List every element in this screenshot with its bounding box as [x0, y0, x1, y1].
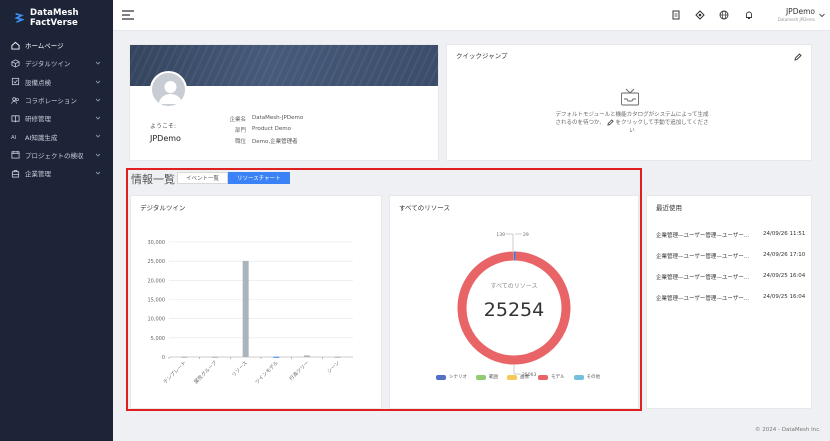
sidebar-item-label: AI知識生成 [25, 133, 58, 142]
quick-jump-title: クイックジャンプ [456, 52, 508, 60]
book-icon [11, 115, 20, 123]
sidebar-item-6[interactable]: プロジェクトの検収 [0, 146, 113, 164]
sidebar-item-label: デジタルツイン [25, 60, 71, 69]
recent-item[interactable]: 企業管理—ユーザー管理—ユーザー... 24/09/26 11:51 [656, 231, 830, 239]
home-icon [11, 41, 20, 50]
topbar: JPDemo Datamesh JPDemo [113, 0, 830, 31]
recent-card: 最近使用 [646, 195, 812, 409]
recent-item-time: 24/09/26 17:10 [763, 252, 806, 258]
edit-pencil-icon[interactable] [794, 53, 802, 61]
recent-item-name: 企業管理—ユーザー管理—ユーザー... [656, 275, 750, 281]
empty-inbox-icon [621, 88, 639, 106]
sidebar-item-label: コラボレーション [25, 97, 77, 106]
sidebar-item-label: 企業管理 [25, 170, 51, 179]
recent-item-name: 企業管理—ユーザー管理—ユーザー... [656, 296, 750, 302]
user-menu[interactable]: JPDemo Datamesh JPDemo [765, 7, 815, 22]
logo-icon [14, 13, 24, 23]
avatar [150, 71, 187, 108]
recent-item-time: 24/09/26 11:51 [763, 231, 806, 237]
sidebar-item-label: 研修管理 [25, 115, 51, 124]
recent-item[interactable]: 企業管理—ユーザー管理—ユーザー... 24/09/25 16:04 [656, 294, 830, 302]
cube-icon [11, 59, 20, 68]
profile-field-position: 職位 Demo,企業管理者 [234, 139, 298, 145]
recent-item-name: 企業管理—ユーザー管理—ユーザー... [656, 254, 750, 260]
chevron-down-icon[interactable] [94, 78, 102, 86]
recent-item[interactable]: 企業管理—ユーザー管理—ユーザー... 24/09/25 16:04 [656, 273, 830, 281]
sidebar-item-7[interactable]: 企業管理 [0, 164, 113, 182]
profile-field-company: 企業名 DataMesh-JPDemo [229, 115, 304, 123]
sidebar-item-0[interactable]: ホームページ [0, 36, 113, 54]
sidebar-item-3[interactable]: コラボレーション [0, 91, 113, 109]
ai-icon: AI [11, 135, 17, 141]
menu-toggle-icon[interactable] [122, 9, 134, 21]
brand[interactable]: DataMesh FactVerse [0, 0, 113, 36]
footer-copyright: © 2024 - DataMesh Inc. [755, 427, 821, 433]
welcome-label: ようこそ: [150, 123, 177, 130]
brand-name: DataMesh FactVerse [29, 8, 79, 28]
chevron-down-icon[interactable] [818, 11, 826, 19]
sidebar: DataMesh FactVerse ホームページ デジタルツイン 設備点検コラボレ… [0, 0, 113, 441]
sidebar-item-2[interactable]: 設備点検 [0, 73, 113, 91]
inline-pencil-icon[interactable] [607, 119, 614, 126]
user-avatar-icon [159, 81, 182, 104]
highlight-frame [126, 168, 642, 411]
recent-item[interactable]: 企業管理—ユーザー管理—ユーザー... 24/09/26 17:10 [656, 252, 830, 260]
chevron-down-icon[interactable] [94, 59, 102, 67]
sidebar-item-1[interactable]: デジタルツイン [0, 54, 113, 72]
settings-gem-icon[interactable] [695, 10, 705, 20]
chevron-down-icon[interactable] [94, 169, 102, 177]
chevron-down-icon[interactable] [94, 96, 102, 104]
sidebar-item-5[interactable]: AI AI知識生成 [0, 127, 113, 145]
notification-bell-icon[interactable] [744, 10, 754, 20]
building-icon [11, 169, 20, 178]
chevron-down-icon[interactable] [94, 132, 102, 140]
recent-title: 最近使用 [656, 204, 682, 212]
recent-item-name: 企業管理—ユーザー管理—ユーザー... [656, 233, 750, 239]
sidebar-item-label: プロジェクトの検収 [25, 151, 84, 160]
chevron-down-icon[interactable] [94, 114, 102, 122]
sidebar-nav: ホームページ デジタルツイン 設備点検コラボレーション 研修管理 AI AI知識生成プロジ… [0, 36, 113, 182]
calendar-icon [11, 151, 20, 159]
language-globe-icon[interactable] [719, 10, 729, 20]
user-name: JPDemo [785, 7, 815, 16]
profile-user-name: JPDemo [150, 134, 181, 143]
users-icon [11, 96, 19, 104]
sidebar-item-label: 設備点検 [25, 78, 51, 87]
chevron-down-icon[interactable] [94, 151, 102, 159]
recent-item-time: 24/09/25 16:04 [763, 294, 806, 300]
quick-jump-card: クイックジャンプ デフォルトモジュールと機能カタログがシステムによって生成 され… [446, 44, 812, 161]
user-org: Datamesh JPDemo [777, 17, 815, 22]
svg-text:AI: AI [11, 135, 17, 141]
checklist-icon [11, 78, 20, 86]
profile-card: ようこそ: JPDemo 企業名 DataMesh-JPDemo 部門 Produc… [129, 44, 439, 161]
sidebar-item-4[interactable]: 研修管理 [0, 109, 113, 127]
sidebar-item-label: ホームページ [25, 42, 64, 51]
recent-item-time: 24/09/25 16:04 [763, 273, 806, 279]
profile-field-department: 部門 Product Demo [234, 126, 291, 134]
document-icon[interactable] [671, 10, 681, 20]
quick-jump-empty-text: デフォルトモジュールと機能カタログがシステムによって生成 されるのを待つか、 を… [555, 112, 709, 134]
